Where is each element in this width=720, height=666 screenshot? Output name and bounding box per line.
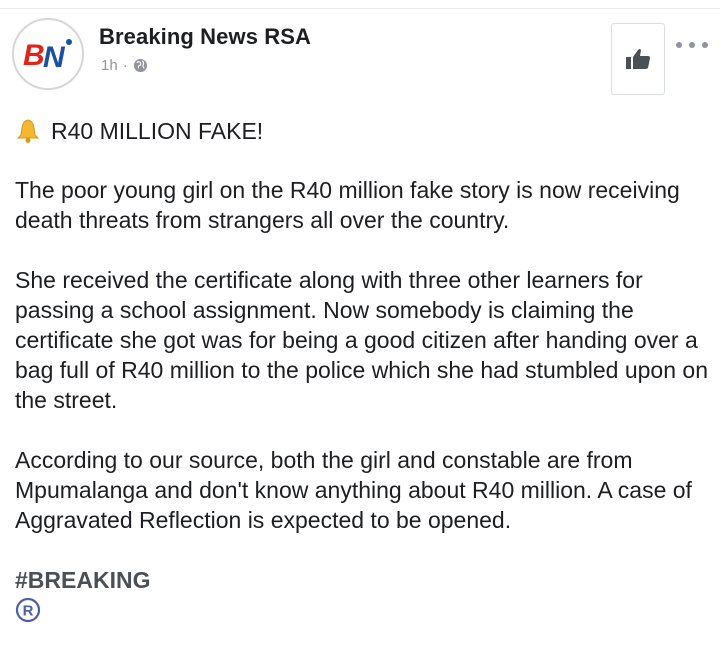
headline-row: R40 MILLION FAKE! — [15, 116, 710, 146]
post-meta: 1h · — [101, 57, 148, 74]
timestamp[interactable]: 1h — [101, 57, 118, 74]
svg-text:B: B — [23, 39, 45, 72]
registered-symbol-icon: R — [15, 597, 41, 623]
paragraph-1: The poor young girl on the R40 million f… — [15, 177, 680, 233]
breaking-news-logo-icon: B N — [14, 20, 82, 88]
hashtag-link[interactable]: #BREAKING — [15, 565, 710, 595]
paragraph-3: According to our source, both the girl a… — [15, 447, 692, 533]
post-body: R40 MILLION FAKE! The poor young girl on… — [15, 116, 710, 623]
headline: R40 MILLION FAKE! — [51, 118, 264, 144]
avatar[interactable]: B N — [12, 18, 84, 90]
bell-icon — [16, 119, 40, 143]
page-name[interactable]: Breaking News RSA — [99, 24, 311, 50]
more-dots-icon[interactable] — [676, 40, 708, 50]
like-page-button[interactable] — [611, 23, 665, 95]
meta-separator: · — [122, 57, 128, 74]
top-divider — [0, 0, 720, 9]
svg-text:N: N — [43, 41, 66, 74]
thumbs-up-icon — [626, 49, 650, 69]
paragraph-2: She received the certificate along with … — [15, 267, 708, 413]
svg-text:R: R — [23, 603, 34, 620]
globe-icon — [133, 58, 147, 73]
post-header: B N Breaking News RSA 1h · — [0, 14, 720, 98]
